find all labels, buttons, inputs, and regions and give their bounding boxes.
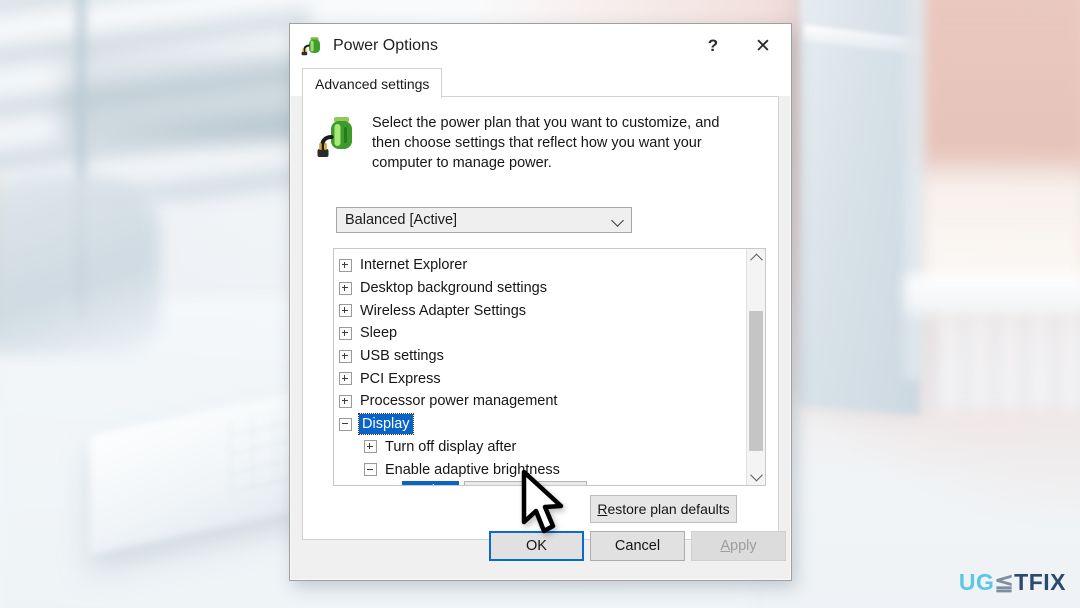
- expand-plus-icon[interactable]: [339, 326, 352, 340]
- ok-button[interactable]: OK: [489, 531, 584, 561]
- expand-plus-icon[interactable]: [339, 349, 352, 363]
- apply-rest-label: pply: [730, 538, 757, 554]
- background-window-mullion: [900, 0, 930, 380]
- help-button[interactable]: ?: [691, 24, 735, 68]
- restore-rest-label: estore plan defaults: [607, 501, 730, 517]
- cancel-label: Cancel: [614, 538, 661, 554]
- chevron-down-icon[interactable]: [747, 467, 765, 485]
- tree-item[interactable]: Wireless Adapter Settings: [339, 299, 746, 322]
- expand-plus-icon[interactable]: [339, 258, 352, 272]
- expand-plus-icon[interactable]: [339, 304, 352, 318]
- chevron-up-icon[interactable]: [747, 249, 765, 267]
- tree-item[interactable]: Desktop background settings: [339, 277, 746, 300]
- expand-plus-icon[interactable]: [339, 372, 352, 386]
- setting-value: Off: [472, 484, 568, 485]
- power-plug-battery-icon: [300, 34, 324, 58]
- background-window-right: [918, 0, 1080, 310]
- tree-item[interactable]: Processor power management: [339, 390, 746, 413]
- dialog-footer: OK Cancel Apply: [290, 518, 791, 580]
- expand-plus-icon[interactable]: [339, 394, 352, 408]
- description-text: Select the power plan that you want to c…: [372, 115, 720, 171]
- ok-label: OK: [526, 538, 547, 554]
- power-plan-value: Balanced [Active]: [345, 212, 458, 228]
- tab-advanced-settings[interactable]: Advanced settings: [302, 68, 443, 98]
- watermark-part-2: ≦: [994, 569, 1015, 595]
- dialog-title-bar[interactable]: Power Options ? ✕: [290, 24, 791, 68]
- tab-label: Advanced settings: [315, 75, 430, 92]
- background-blind-shadow: [60, 50, 320, 140]
- expand-plus-icon[interactable]: [364, 440, 377, 454]
- apply-accel-letter: A: [720, 538, 731, 554]
- setting-select[interactable]: Off: [464, 481, 588, 485]
- tree-item[interactable]: PCI Express: [339, 367, 746, 390]
- tree-item-label: Turn off display after: [385, 438, 517, 455]
- close-icon[interactable]: ✕: [741, 24, 785, 68]
- chevron-down-icon: [611, 213, 625, 227]
- setting-label: Setting:: [402, 481, 460, 485]
- tree-item-display[interactable]: Display: [339, 413, 746, 436]
- tree-item[interactable]: Turn off display after: [339, 436, 746, 459]
- tree-item-label: Processor power management: [360, 393, 558, 410]
- tab-strip: Advanced settings: [290, 68, 791, 98]
- watermark-part-1: UG: [958, 569, 995, 595]
- tree-item-label: PCI Express: [360, 370, 441, 387]
- setting-row: Setting: Off: [339, 481, 746, 485]
- tree-item-label: Display: [358, 413, 414, 436]
- power-settings-tree[interactable]: Internet Explorer Desktop background set…: [333, 248, 766, 486]
- collapse-minus-icon[interactable]: [339, 417, 352, 431]
- power-options-dialog: Power Options ? ✕ Advanced settings Sele…: [289, 23, 792, 581]
- advanced-settings-panel: Select the power plan that you want to c…: [302, 96, 779, 540]
- background-plant-pot: [0, 175, 160, 355]
- tree-item-label: Desktop background settings: [360, 280, 547, 297]
- apply-button[interactable]: Apply: [691, 531, 786, 561]
- tree-item[interactable]: Sleep: [339, 322, 746, 345]
- background-balcony-rail: [930, 315, 1080, 410]
- restore-accel-letter: R: [597, 501, 608, 517]
- cancel-button[interactable]: Cancel: [590, 531, 685, 561]
- tree-item[interactable]: USB settings: [339, 345, 746, 368]
- collapse-minus-icon[interactable]: [364, 463, 377, 477]
- dialog-title: Power Options: [333, 37, 438, 54]
- description-row: Select the power plan that you want to c…: [303, 97, 778, 173]
- power-plan-select[interactable]: Balanced [Active]: [336, 207, 632, 233]
- ugetfix-watermark: UG ≦ TFIX: [959, 569, 1066, 596]
- tree-item[interactable]: Internet Explorer: [339, 254, 746, 277]
- tree-item-label: USB settings: [360, 348, 444, 365]
- tree-item[interactable]: Enable adaptive brightness: [339, 458, 746, 481]
- power-plug-battery-icon-large: [317, 115, 359, 161]
- expand-plus-icon[interactable]: [339, 281, 352, 295]
- tree-item-label: Sleep: [360, 325, 398, 342]
- tree-scrollbar[interactable]: [746, 249, 765, 485]
- tree-item-label: Enable adaptive brightness: [385, 461, 560, 478]
- tree-item-label: Internet Explorer: [360, 257, 468, 274]
- watermark-part-3: TFIX: [1014, 569, 1066, 595]
- tree-items: Internet Explorer Desktop background set…: [334, 249, 746, 485]
- scrollbar-thumb[interactable]: [749, 311, 763, 451]
- tree-item-label: Wireless Adapter Settings: [360, 302, 527, 319]
- background-window-sill: [905, 275, 1080, 315]
